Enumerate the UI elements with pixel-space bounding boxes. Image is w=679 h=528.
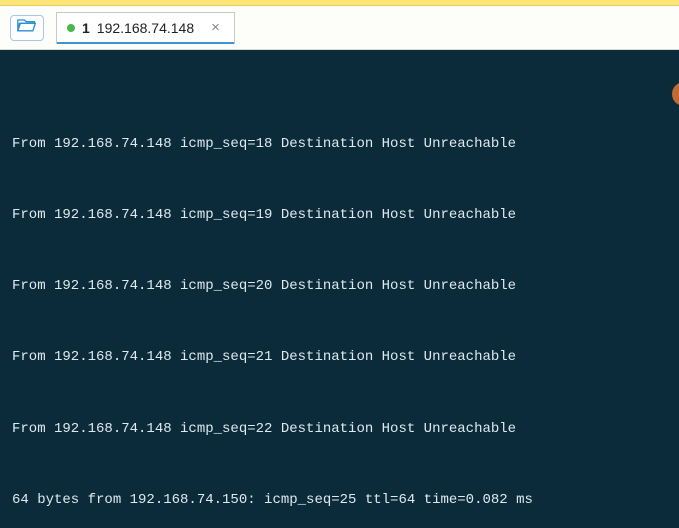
side-handle-icon <box>672 82 679 106</box>
folder-open-icon <box>17 17 37 38</box>
tab-close-button[interactable]: × <box>207 18 224 37</box>
tab-title: 192.168.74.148 <box>97 20 194 36</box>
terminal-line: From 192.168.74.148 icmp_seq=18 Destinat… <box>12 133 671 157</box>
status-dot-icon <box>67 24 75 32</box>
terminal-output[interactable]: From 192.168.74.148 icmp_seq=18 Destinat… <box>0 50 679 528</box>
terminal-line: 64 bytes from 192.168.74.150: icmp_seq=2… <box>12 489 671 513</box>
terminal-line: From 192.168.74.148 icmp_seq=21 Destinat… <box>12 346 671 370</box>
terminal-line: From 192.168.74.148 icmp_seq=20 Destinat… <box>12 275 671 299</box>
terminal-line: From 192.168.74.148 icmp_seq=19 Destinat… <box>12 204 671 228</box>
open-session-button[interactable] <box>10 15 44 41</box>
session-tab[interactable]: 1 192.168.74.148 × <box>56 12 235 44</box>
tab-bar: 1 192.168.74.148 × <box>0 6 679 50</box>
terminal-line: From 192.168.74.148 icmp_seq=22 Destinat… <box>12 418 671 442</box>
tab-index: 1 <box>82 20 90 36</box>
